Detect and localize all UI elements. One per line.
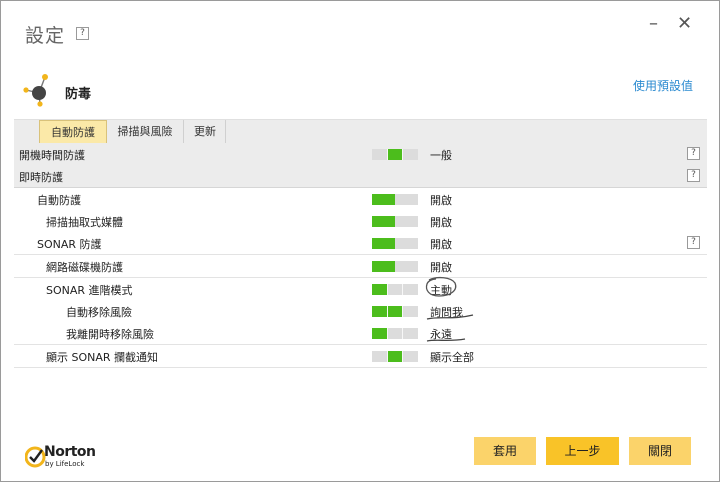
- help-icon[interactable]: ?: [687, 236, 700, 249]
- slider-divider: [402, 328, 403, 339]
- slider-divider: [402, 306, 403, 317]
- boot-protection-slider[interactable]: [372, 149, 418, 160]
- settings-row-network-drive: 網路磁碟機防護 開啟: [14, 255, 707, 278]
- sonar-protection-toggle[interactable]: [372, 238, 418, 249]
- settings-row-boot-protection: 開機時間防護 一般 ?: [14, 143, 707, 166]
- settings-row-sonar-protection: SONAR 防護 開啟 ?: [14, 232, 707, 255]
- use-defaults-link[interactable]: 使用預設值: [633, 77, 693, 94]
- row-label: 自動防護: [37, 194, 81, 207]
- sonar-notifications-slider[interactable]: [372, 351, 418, 362]
- slider-fill: [372, 238, 395, 249]
- logo-name: Norton: [44, 444, 96, 460]
- row-value: 一般: [430, 149, 452, 162]
- row-label: 顯示 SONAR 攔截通知: [46, 351, 159, 364]
- settings-row-sonar-advanced: SONAR 進階模式 主動: [14, 278, 707, 301]
- slider-fill: [372, 261, 395, 272]
- row-value: 開啟: [430, 216, 452, 229]
- row-value: 開啟: [430, 194, 452, 207]
- close-button[interactable]: 關閉: [629, 437, 691, 465]
- slider-divider: [387, 284, 388, 295]
- settings-row-sonar-notifications: 顯示 SONAR 攔截通知 顯示全部: [14, 345, 707, 368]
- settings-row-remove-when-away: 我離開時移除風險 永遠: [14, 322, 707, 345]
- window-title: 設定: [25, 25, 66, 47]
- slider-divider: [387, 306, 388, 317]
- slider-divider: [387, 328, 388, 339]
- settings-row-auto-protect: 自動防護 開啟: [14, 188, 707, 211]
- row-value: 永遠: [430, 328, 452, 341]
- tab-scans-and-risks[interactable]: 掃描與風險: [107, 120, 184, 143]
- row-value: 開啟: [430, 261, 452, 274]
- row-label: 開機時間防護: [19, 149, 85, 162]
- settings-window: 設定 ? – ✕ 防毒 使用預設值 自動防護 掃描與風險 更新 開機時間防護 一…: [0, 0, 720, 482]
- apply-button[interactable]: 套用: [474, 437, 536, 465]
- slider-fill: [387, 149, 403, 160]
- slider-divider: [387, 149, 388, 160]
- close-window-button[interactable]: ✕: [677, 15, 692, 33]
- row-label: 網路磁碟機防護: [46, 261, 123, 274]
- slider-fill: [372, 194, 395, 205]
- row-value: 主動: [430, 284, 452, 297]
- section-title: 防毒: [65, 87, 92, 102]
- slider-fill: [387, 351, 403, 362]
- slider-fill: [372, 328, 388, 339]
- slider-divider: [402, 149, 403, 160]
- row-label: 自動移除風險: [66, 306, 132, 319]
- help-icon[interactable]: ?: [687, 169, 700, 182]
- settings-row-auto-remove-risks: 自動移除風險 詢問我: [14, 300, 707, 323]
- slider-fill: [372, 284, 388, 295]
- logo-sub: by LifeLock: [45, 460, 85, 468]
- slider-divider: [402, 284, 403, 295]
- antivirus-icon: [23, 74, 48, 107]
- row-label: 我離開時移除風險: [66, 328, 154, 341]
- minimize-button[interactable]: –: [649, 15, 658, 33]
- back-button[interactable]: 上一步: [546, 437, 619, 465]
- removable-media-toggle[interactable]: [372, 216, 418, 227]
- slider-fill: [372, 216, 395, 227]
- title-help-icon[interactable]: ?: [76, 27, 89, 40]
- tab-updates[interactable]: 更新: [185, 120, 226, 143]
- row-label: SONAR 進階模式: [46, 284, 133, 297]
- row-value: 顯示全部: [430, 351, 474, 364]
- settings-row-removable-media: 掃描抽取式媒體 開啟: [14, 210, 707, 233]
- remove-when-away-slider[interactable]: [372, 328, 418, 339]
- row-label: SONAR 防護: [37, 238, 102, 251]
- slider-divider: [402, 351, 403, 362]
- slider-divider: [387, 351, 388, 362]
- network-drive-toggle[interactable]: [372, 261, 418, 272]
- sonar-advanced-slider[interactable]: [372, 284, 418, 295]
- auto-protect-toggle[interactable]: [372, 194, 418, 205]
- auto-remove-risks-slider[interactable]: [372, 306, 418, 317]
- row-label: 即時防護: [19, 171, 63, 184]
- row-label: 掃描抽取式媒體: [46, 216, 123, 229]
- help-icon[interactable]: ?: [687, 147, 700, 160]
- settings-row-realtime-protection: 即時防護 ?: [14, 165, 707, 188]
- tab-auto-protect[interactable]: 自動防護: [39, 120, 107, 144]
- row-value: 詢問我: [430, 306, 463, 319]
- row-value: 開啟: [430, 238, 452, 251]
